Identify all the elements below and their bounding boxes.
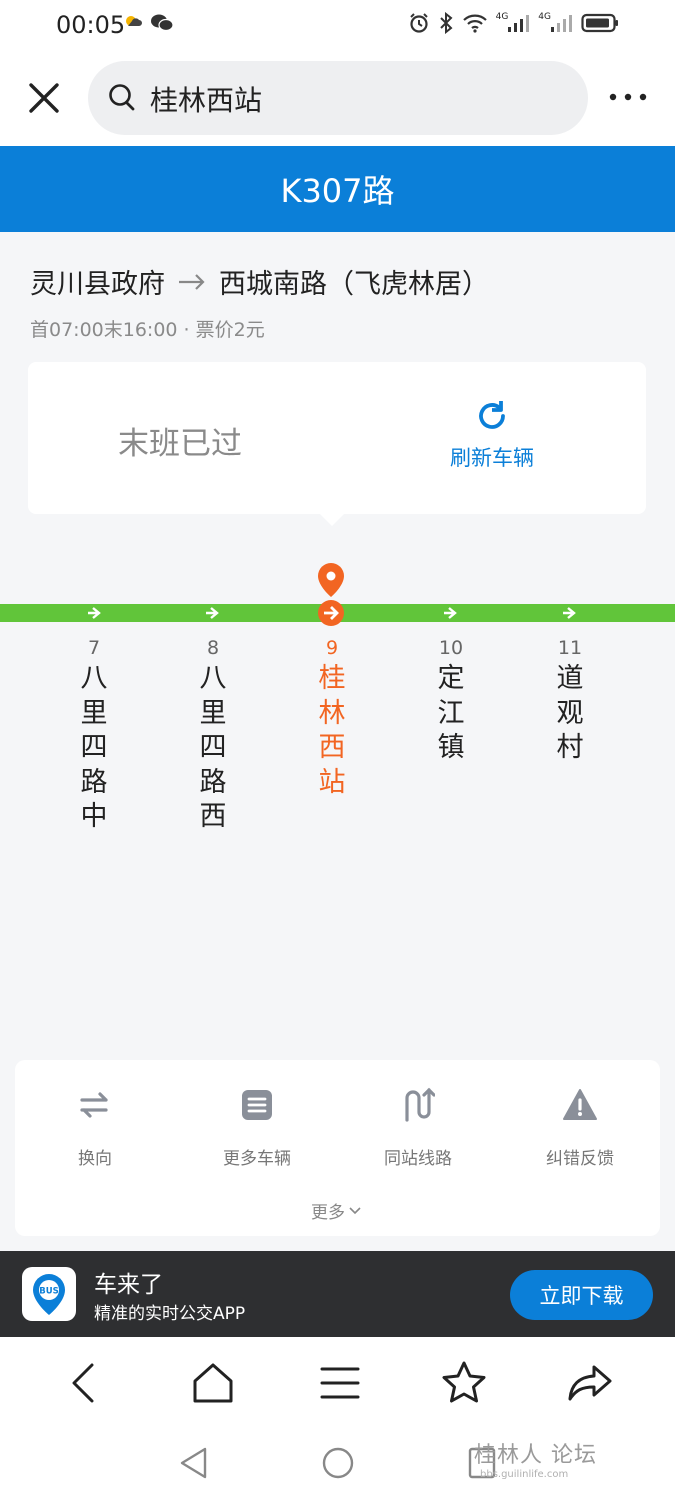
signal-icon-2 [551,15,572,32]
direction-arrow-icon [324,606,339,620]
last-bus-message: 末班已过 [118,426,242,462]
browser-toolbar [0,1337,675,1427]
download-button[interactable]: 立即下载 [510,1270,653,1320]
action-report-error[interactable]: 纠错反馈 [515,1086,645,1169]
route-destination: 西城南路（飞虎林居） [219,269,489,300]
app-description: 精准的实时公交APP [94,1304,246,1324]
home-icon[interactable] [189,1359,237,1407]
bus-logo-icon: BUS [33,1274,65,1315]
alarm-icon [409,13,428,33]
action-label: 纠错反馈 [546,1149,614,1169]
stop-name: 道观村 [556,663,584,763]
refresh-label: 刷新车辆 [450,446,534,470]
route-origin: 灵川县政府 [30,269,165,300]
menu-icon[interactable] [316,1359,364,1407]
search-input[interactable]: 桂林西站 [88,61,588,135]
weather-icon [126,16,142,26]
arrow-right-icon [179,273,205,290]
close-icon[interactable] [24,78,64,118]
direction-arrow-icon [88,607,101,619]
list-icon [242,1090,272,1120]
location-pin-icon [318,563,344,597]
forum-watermark: 桂林人 论坛 [474,1443,597,1468]
route-schedule: 首07:00末16:00 · 票价2元 [30,319,265,341]
route-direction: 灵川县政府 西城南路（飞虎林居） [30,262,489,301]
wifi-icon [462,14,487,33]
stop-name: 八里四路西 [199,663,227,832]
refresh-icon [479,401,505,429]
action-label: 更多车辆 [223,1149,291,1169]
search-icon [109,84,135,111]
system-back-icon[interactable] [178,1445,210,1481]
action-more-vehicles[interactable]: 更多车辆 [192,1086,322,1169]
direction-arrow-icon [206,607,219,619]
app-root: { "status_bar": { "time": "00:05", "netw… [0,0,675,1500]
route-stop[interactable]: 11 道观村 [540,634,600,766]
battery-icon [581,13,618,33]
stop-name: 桂林西站 [318,663,346,798]
direction-arrow-icon [563,607,576,619]
app-name: 车来了 [94,1272,163,1298]
refresh-button[interactable]: 刷新车辆 [442,398,542,472]
route-stop[interactable]: 7 八里四路中 [64,634,124,835]
status-time: 00:05 [56,11,126,39]
system-home-icon[interactable] [320,1445,356,1481]
system-navigation: 桂林人 论坛 bbs.guilinlife.com [0,1427,675,1500]
action-panel: 换向 更多车辆 同站线路 纠错反馈 更多 [15,1060,660,1236]
route-info: 灵川县政府 西城南路（飞虎林居） 首07:00末16:00 · 票价2元 [30,262,489,342]
back-icon[interactable] [62,1359,110,1407]
status-notification-icons [122,12,174,34]
chevron-down-icon [349,1206,361,1214]
bluetooth-icon [439,12,453,34]
forum-watermark-url: bbs.guilinlife.com [480,1469,569,1480]
action-label: 同站线路 [384,1149,452,1169]
stop-number: 10 [438,637,464,659]
direction-arrow-icon [444,607,457,619]
wechat-icon [151,14,174,32]
app-logo: BUS [22,1267,76,1321]
route-title: K307路 [280,172,395,210]
route-stop[interactable]: 9 桂林西站 [302,634,362,800]
search-query: 桂林西站 [150,84,263,117]
stop-number: 11 [557,637,583,659]
action-reverse-direction[interactable]: 换向 [30,1086,160,1169]
bus-status-card: 末班已过 刷新车辆 [28,362,646,526]
route-stop[interactable]: 10 定江镇 [421,634,481,766]
action-label: 换向 [78,1149,112,1169]
current-stop-marker [318,600,344,626]
more-options-icon[interactable] [606,82,650,112]
more-label: 更多 [311,1203,345,1223]
share-icon[interactable] [566,1359,614,1407]
warning-icon [563,1089,597,1120]
route-timeline: 7 八里四路中 8 八里四路西 9 桂林西站 10 定江镇 11 道观村 [0,560,675,860]
action-same-stop-routes[interactable]: 同站线路 [353,1086,483,1169]
app-logo-text: BUS [39,1287,59,1297]
star-icon[interactable] [440,1359,488,1407]
swap-icon [80,1092,108,1118]
status-bar: 00:05 4G 4G [0,0,675,52]
status-system-icons: 4G 4G [408,12,619,34]
signal-icon [508,15,530,32]
route-icon [405,1087,435,1122]
route-stop[interactable]: 8 八里四路西 [183,634,243,835]
stop-number: 7 [87,637,101,659]
app-download-banner[interactable]: BUS 车来了 精准的实时公交APP 立即下载 [0,1251,675,1337]
search-header: 桂林西站 [0,52,675,146]
stop-number: 8 [206,637,220,659]
more-toggle[interactable]: 更多 [311,1198,361,1223]
stop-name: 定江镇 [437,663,465,763]
stop-name: 八里四路中 [80,663,108,832]
stop-number: 9 [325,637,339,659]
route-title-banner: K307路 [0,146,675,232]
